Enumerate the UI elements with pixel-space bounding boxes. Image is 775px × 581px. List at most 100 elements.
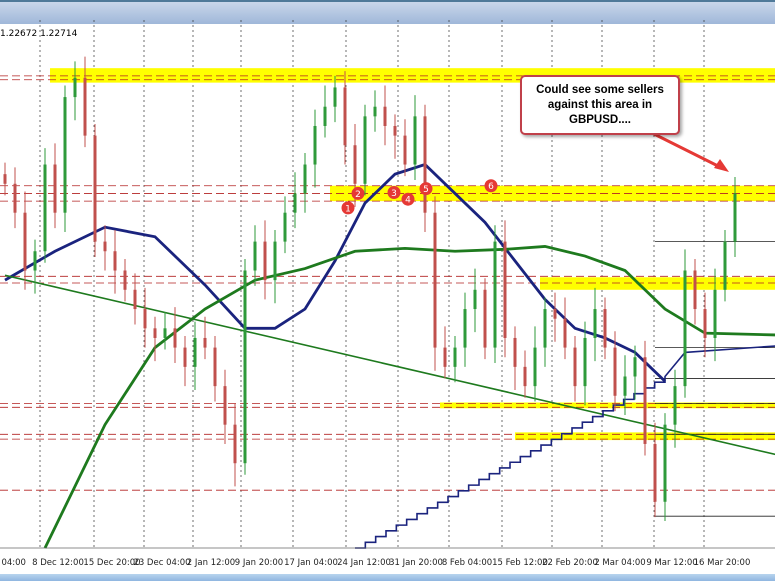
x-tick-label: 22 Feb 20:00	[542, 558, 598, 568]
candle-body	[493, 241, 497, 348]
x-tick-label: 8 Dec 12:00	[32, 558, 84, 568]
candle-body	[173, 328, 177, 348]
x-tick-label: 31 Jan 20:00	[389, 558, 443, 568]
candle-body	[93, 135, 97, 242]
x-tick-label: 2 Jan 12:00	[187, 558, 235, 568]
candle-body	[243, 270, 247, 464]
x-tick-label: 17 Jan 04:00	[284, 558, 338, 568]
candle-body	[63, 97, 67, 213]
candle-body	[313, 125, 317, 165]
candle-body	[433, 212, 437, 348]
status-bar	[0, 574, 775, 581]
candle-body	[333, 87, 337, 107]
touch-marker-label: 5	[423, 185, 429, 195]
candle-body	[303, 164, 307, 194]
resistance-band	[540, 277, 775, 290]
candle-body	[653, 443, 657, 502]
candle-body	[23, 212, 27, 271]
candle-body	[613, 347, 617, 396]
candle-body	[113, 251, 117, 271]
candle-body	[393, 125, 397, 136]
candle-body	[623, 376, 627, 396]
candle-body	[133, 289, 137, 310]
candle-body	[473, 289, 477, 310]
candle-body	[453, 347, 457, 367]
candle-body	[213, 347, 217, 387]
candle-body	[603, 309, 607, 348]
candle-body	[163, 328, 167, 338]
candle-body	[683, 270, 687, 387]
candle-body	[183, 347, 187, 367]
touch-marker-label: 2	[355, 190, 361, 200]
x-tick-label: 9 Mar 12:00	[646, 558, 697, 568]
touch-marker-label: 3	[391, 189, 397, 199]
candle-body	[143, 309, 147, 329]
candle-body	[383, 106, 387, 126]
candle-body	[83, 77, 87, 136]
candle-body	[673, 386, 677, 425]
touch-marker-label: 1	[345, 204, 351, 214]
candle-body	[483, 289, 487, 348]
candle-body	[733, 193, 737, 242]
candle-body	[3, 174, 7, 184]
candle-body	[73, 77, 77, 98]
x-tick-label: 2 Mar 04:00	[594, 558, 645, 568]
candle-body	[593, 309, 597, 338]
callout-arrowhead	[714, 159, 729, 172]
candle-body	[343, 87, 347, 146]
candle-body	[703, 309, 707, 338]
candle-body	[323, 106, 327, 126]
candle-body	[233, 424, 237, 464]
candle-body	[553, 309, 557, 319]
candle-body	[583, 337, 587, 387]
candle-body	[203, 337, 207, 348]
annotation-callout: Could see some sellers against this area…	[520, 75, 680, 135]
candle-body	[633, 357, 637, 377]
candle-body	[123, 270, 127, 290]
candle-body	[523, 366, 527, 387]
candle-body	[513, 337, 517, 367]
x-tick-label: 15 Dec 20:00	[83, 558, 140, 568]
x-tick-label: 16 Mar 20:00	[694, 558, 751, 568]
candle-body	[103, 241, 107, 252]
candle-body	[573, 347, 577, 387]
moving-average-line	[355, 345, 775, 549]
candle-body	[13, 183, 17, 213]
candle-body	[43, 164, 47, 252]
candle-body	[253, 241, 257, 271]
candle-body	[53, 164, 57, 213]
annotation-text: Could see some sellers against this area…	[536, 83, 664, 126]
candle-body	[443, 347, 447, 367]
candle-body	[263, 241, 267, 281]
candle-body	[33, 251, 37, 271]
candle-body	[153, 328, 157, 338]
x-tick-label: 9 Jan 20:00	[235, 558, 283, 568]
candle-body	[713, 289, 717, 338]
candle-body	[563, 318, 567, 348]
candle-body	[273, 241, 277, 281]
candle-body	[533, 347, 537, 387]
x-tick-label: c 04:00	[0, 558, 26, 568]
candle-body	[643, 357, 647, 444]
candle-body	[543, 309, 547, 348]
candle-body	[353, 145, 357, 184]
candle-body	[363, 116, 367, 184]
candle-body	[283, 212, 287, 242]
candle-body	[193, 337, 197, 367]
candle-body	[693, 270, 697, 310]
touch-marker-label: 4	[405, 196, 411, 206]
candle-body	[403, 135, 407, 165]
candle-body	[423, 116, 427, 213]
x-tick-label: 24 Jan 12:00	[337, 558, 391, 568]
callout-arrow	[649, 130, 723, 170]
x-tick-label: 15 Feb 12:00	[492, 558, 548, 568]
x-tick-label: 23 Dec 04:00	[133, 558, 190, 568]
candle-body	[293, 193, 297, 213]
candle-body	[723, 241, 727, 290]
candle-body	[663, 424, 667, 502]
candle-body	[373, 106, 377, 117]
candle-body	[413, 116, 417, 165]
candle-body	[503, 241, 507, 338]
touch-marker-label: 6	[488, 182, 494, 192]
x-tick-label: 8 Feb 04:00	[442, 558, 492, 568]
